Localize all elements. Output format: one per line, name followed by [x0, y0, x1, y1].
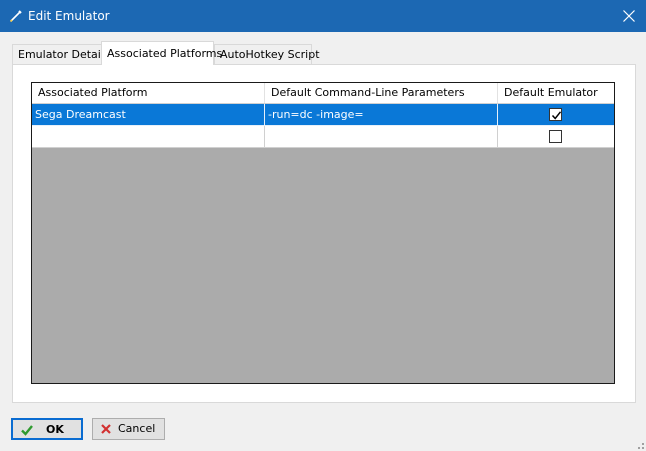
close-icon [623, 10, 635, 22]
params-cell[interactable] [265, 126, 498, 148]
title-bar: Edit Emulator [0, 0, 646, 32]
default-emulator-checkbox[interactable] [549, 130, 562, 143]
column-header-platform[interactable]: Associated Platform [32, 83, 265, 103]
tab-emulator-details[interactable]: Emulator Details [12, 44, 110, 65]
platform-cell[interactable] [32, 126, 265, 148]
cancel-label: Cancel [118, 422, 156, 435]
ok-button[interactable]: OK [11, 418, 83, 440]
platforms-grid[interactable]: Associated Platform Default Command-Line… [31, 82, 615, 384]
x-icon [100, 423, 112, 438]
table-row[interactable]: Sega Dreamcast -run=dc -image= [32, 104, 614, 126]
column-header-default[interactable]: Default Emulator [498, 83, 614, 103]
default-cell [498, 126, 614, 148]
table-row[interactable] [32, 126, 614, 148]
pencil-icon [9, 9, 23, 23]
ok-label: OK [46, 423, 64, 436]
checkmark-icon [551, 111, 562, 120]
tab-associated-platforms[interactable]: Associated Platforms [101, 41, 222, 65]
window-title: Edit Emulator [28, 9, 110, 23]
column-header-params[interactable]: Default Command-Line Parameters [265, 83, 498, 103]
resize-grip[interactable] [634, 439, 644, 449]
close-button[interactable] [612, 0, 646, 32]
grid-header: Associated Platform Default Command-Line… [32, 83, 614, 104]
platform-cell[interactable]: Sega Dreamcast [32, 104, 265, 126]
default-emulator-checkbox[interactable] [549, 108, 562, 121]
tab-autohotkey-script[interactable]: AutoHotkey Script [214, 44, 320, 65]
params-cell[interactable]: -run=dc -image= [265, 104, 498, 126]
cancel-button[interactable]: Cancel [92, 418, 165, 440]
checkmark-icon [20, 423, 34, 440]
default-cell [498, 104, 614, 126]
